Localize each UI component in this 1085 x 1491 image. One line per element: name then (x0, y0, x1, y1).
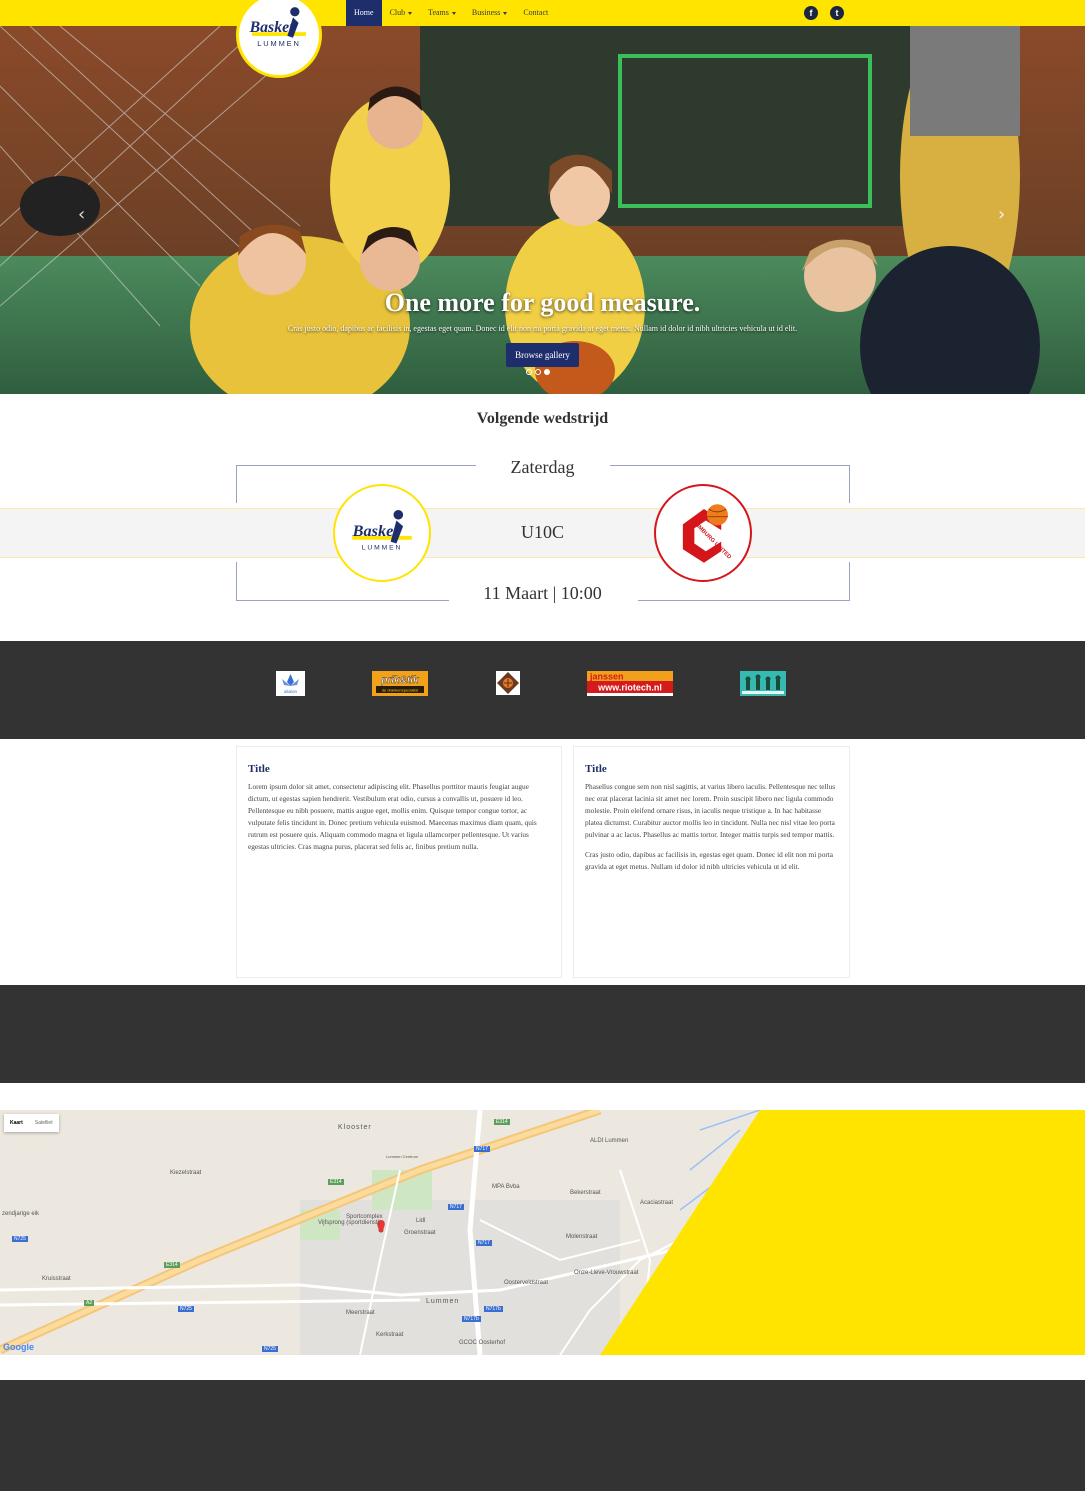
road-badge: N717 (448, 1204, 464, 1210)
chevron-right-icon[interactable]: › (998, 204, 1005, 225)
sponsor-subtext: de drankenspecialist (382, 688, 419, 693)
sponsor-logo-aliaion[interactable]: aliaion (276, 671, 305, 696)
road-badge: N717 (476, 1240, 492, 1246)
sponsor-logo-prik-en-tik[interactable]: prik&tik de drankenspecialist (372, 671, 428, 696)
sponsor-logo-5[interactable] (740, 671, 786, 696)
map-label: Onze-Lieve-Vrouwstraat (574, 1270, 639, 1276)
article-card: Title Lorem ipsum dolor sit amet, consec… (236, 746, 562, 978)
caret-down-icon (503, 11, 508, 15)
nav-item-club[interactable]: Club (382, 0, 421, 26)
sponsors-band: aliaion prik&tik de drankenspecialist ja… (0, 641, 1085, 739)
sponsor-text: aliaion (284, 689, 298, 694)
nav-item-business[interactable]: Business (464, 0, 515, 26)
map-label: MPA Bvba (492, 1184, 520, 1190)
google-logo: Google (3, 1342, 34, 1352)
nav-item-label: Club (389, 8, 406, 17)
article-title: Title (248, 763, 270, 775)
map-type-kaart[interactable]: Kaart (4, 1114, 29, 1132)
navbar: Home Club Teams Business Contact f t (0, 0, 1085, 26)
map-type-satelliet[interactable]: Satelliet (29, 1114, 59, 1132)
road-badge: E314 (164, 1262, 180, 1268)
carousel-dot-active[interactable] (544, 369, 550, 375)
map-type-toggle: Kaart Satelliet (4, 1114, 59, 1132)
map-label: Meerstraat (346, 1310, 375, 1316)
nav-item-teams[interactable]: Teams (420, 0, 464, 26)
sponsor-text: prik&tik (380, 675, 419, 686)
match-team: U10C (520, 522, 564, 542)
article-card: Title Phasellus congue sem non nisl sagi… (573, 746, 850, 978)
logo-text-line1: Basket (249, 19, 294, 36)
road-badge: N725 (262, 1346, 278, 1352)
map-label: Kruisstraat (42, 1276, 71, 1282)
nav-item-contact[interactable]: Contact (515, 0, 556, 26)
sponsor-logo-janssen-riotech[interactable]: janssen www.riotech.nl (587, 671, 673, 696)
article-paragraph: Cras justo odio, dapibus ac facilisis in… (585, 850, 834, 871)
location-map[interactable]: Kaart Satelliet Klooster ALDI Lummen MPA… (0, 1110, 1085, 1355)
map-label: Lummen (426, 1298, 460, 1305)
road-badge: N717 (474, 1146, 490, 1152)
nav-item-label: Home (354, 8, 374, 17)
map-canvas (0, 1110, 1085, 1355)
map-label: Groenstraat (404, 1230, 436, 1236)
road-badge: N717b (484, 1306, 503, 1312)
map-label: Bekerstraat (570, 1190, 601, 1196)
map-label: Oosterveldstraat (504, 1280, 549, 1286)
map-label: ALDI Lummen (590, 1138, 629, 1144)
home-team-logo: Basket LUMMEN (333, 484, 431, 582)
map-label: Lummen Centrum (386, 1154, 419, 1159)
road-badge: E314 (328, 1179, 344, 1185)
hero-title: One more for good measure. (384, 288, 701, 317)
sponsor-subtext: www.riotech.nl (597, 683, 662, 693)
home-logo-line1: Basket (352, 521, 399, 540)
caret-down-icon (451, 11, 456, 15)
road-badge: N717b (462, 1316, 481, 1322)
match-day: Zaterdag (510, 457, 575, 477)
chevron-left-icon[interactable]: ‹ (78, 204, 85, 225)
logo-text-line2: LUMMEN (257, 39, 300, 48)
map-label: Kiezelstraat (170, 1170, 202, 1176)
map-label: Molenstraat (566, 1234, 598, 1240)
browse-gallery-button[interactable]: Browse gallery (506, 343, 579, 367)
home-logo-line2: LUMMEN (362, 544, 403, 551)
nav-item-label: Contact (523, 8, 549, 17)
dark-section (0, 985, 1085, 1083)
facebook-icon[interactable]: f (804, 6, 818, 20)
map-label: Lidl (416, 1218, 426, 1224)
carousel-indicators (526, 369, 550, 375)
map-label: Vijfsprong (sportdienst) (318, 1220, 380, 1226)
map-label: GCOC Oosterhof (459, 1340, 506, 1346)
article-paragraph: Phasellus congue sem non nisl sagittis, … (585, 782, 836, 839)
hero-caption: One more for good measure. Cras justo od… (0, 288, 1085, 367)
article-paragraph: Lorem ipsum dolor sit amet, consectetur … (248, 782, 537, 851)
nav-item-label: Teams (428, 8, 449, 17)
road-badge: A2 (84, 1300, 95, 1306)
sponsor-logo-3[interactable] (496, 671, 520, 695)
map-label: zendjarige eik (2, 1211, 40, 1217)
hero-carousel: ‹ › One more for good measure. Cras just… (0, 26, 1085, 394)
nav-menu: Home Club Teams Business Contact (346, 0, 556, 26)
caret-down-icon (408, 11, 413, 15)
road-badge: N725 (178, 1306, 194, 1312)
map-label: Klooster (338, 1124, 372, 1131)
match-datetime: 11 Maart | 10:00 (483, 583, 602, 603)
nav-item-label: Business (471, 8, 501, 17)
footer (0, 1380, 1085, 1491)
map-label: Kerkstraat (376, 1332, 404, 1338)
hero-text: Cras justo odio, dapibus ac facilisis in… (287, 324, 798, 333)
carousel-dot[interactable] (526, 369, 532, 375)
carousel-dot[interactable] (535, 369, 541, 375)
article-title: Title (585, 763, 607, 775)
nav-item-home[interactable]: Home (346, 0, 382, 26)
map-label: Acaciastraat (640, 1200, 674, 1206)
twitter-icon[interactable]: t (830, 6, 844, 20)
road-badge: N725 (12, 1236, 28, 1242)
away-team-logo: LIMBURG UNITED (654, 484, 752, 582)
next-match-heading: Volgende wedstrijd (476, 410, 609, 427)
road-badge: E314 (494, 1119, 510, 1125)
sponsor-text: janssen (589, 672, 624, 682)
